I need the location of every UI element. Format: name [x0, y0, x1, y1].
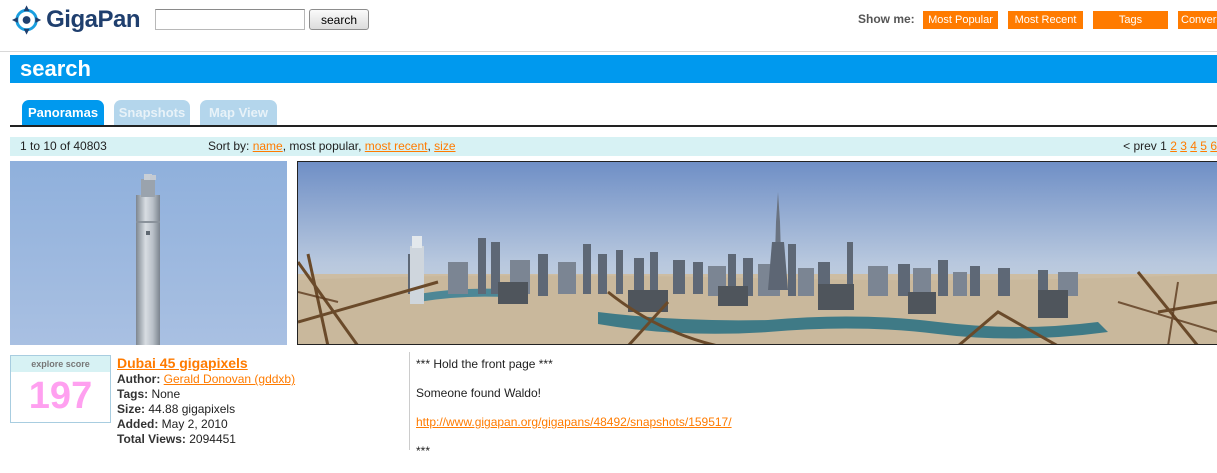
- results-info-bar: 1 to 10 of 40803 Sort by: name, most pop…: [10, 137, 1217, 156]
- show-me-label: Show me:: [858, 12, 915, 26]
- explore-score-value: 197: [28, 375, 93, 417]
- sort-controls: Sort by: name, most popular, most recent…: [208, 139, 456, 153]
- tags-label: Tags:: [117, 387, 149, 401]
- author-row: Author: Gerald Donovan (gddxb): [117, 372, 397, 387]
- pager-page-link[interactable]: 6: [1210, 139, 1217, 153]
- added-row: Added: May 2, 2010: [117, 417, 397, 432]
- gigapan-logo-icon: [11, 5, 42, 35]
- gigapan-title-link[interactable]: Dubai 45 gigapixels: [117, 356, 397, 371]
- sort-most-popular-current: most popular: [289, 139, 359, 153]
- pager-current: 1: [1160, 139, 1167, 153]
- pager-prev: < prev: [1123, 139, 1157, 153]
- description-line: Someone found Waldo!: [416, 386, 541, 400]
- tab-map-view[interactable]: Map View: [200, 100, 277, 126]
- size-label: Size:: [117, 402, 146, 416]
- size-value: 44.88 gigapixels: [148, 402, 236, 416]
- views-label: Total Views:: [117, 432, 186, 446]
- dubai-skyline-image: [298, 162, 1217, 344]
- explore-score-label: explore score: [11, 356, 110, 372]
- conversations-button[interactable]: Conversations: [1178, 11, 1217, 29]
- added-label: Added:: [117, 417, 159, 431]
- description-divider: [409, 352, 410, 450]
- added-value: May 2, 2010: [161, 417, 228, 431]
- pager-page-link[interactable]: 2: [1170, 139, 1177, 153]
- sort-name-link[interactable]: name: [253, 139, 283, 153]
- page-title: search: [20, 56, 91, 81]
- tab-snapshots[interactable]: Snapshots: [114, 100, 190, 126]
- views-value: 2094451: [189, 432, 236, 446]
- pager-page-link[interactable]: 3: [1180, 139, 1187, 153]
- logo-text: GigaPan: [46, 6, 140, 33]
- explore-score-box: explore score 197: [10, 355, 111, 423]
- author-link[interactable]: Gerald Donovan (gddxb): [164, 372, 295, 386]
- snapshot-thumbnail[interactable]: [10, 161, 287, 345]
- header-divider: [0, 51, 1217, 52]
- gigapan-logo[interactable]: GigaPan: [10, 4, 140, 36]
- sort-label: Sort by:: [208, 139, 250, 153]
- search-input[interactable]: [155, 9, 305, 30]
- page-title-bar: search: [10, 55, 1217, 83]
- gigapan-details: Dubai 45 gigapixels Author: Gerald Donov…: [117, 356, 397, 447]
- snapshot-url-link[interactable]: http://www.gigapan.org/gigapans/48492/sn…: [416, 415, 732, 429]
- size-row: Size: 44.88 gigapixels: [117, 402, 397, 417]
- most-recent-button[interactable]: Most Recent: [1008, 11, 1083, 29]
- tags-value: None: [151, 387, 181, 401]
- most-popular-button[interactable]: Most Popular: [923, 11, 998, 29]
- tabs-underline: [10, 125, 1217, 127]
- results-count: 1 to 10 of 40803: [20, 139, 107, 153]
- tower-snapshot-image: [10, 161, 287, 345]
- sort-size-link[interactable]: size: [434, 139, 455, 153]
- search-button[interactable]: search: [309, 9, 369, 30]
- pager-page-link[interactable]: 5: [1200, 139, 1207, 153]
- description-more: ***: [416, 444, 431, 458]
- tags-button[interactable]: Tags: [1093, 11, 1168, 29]
- sort-most-recent-link[interactable]: most recent: [365, 139, 428, 153]
- pager-page-link[interactable]: 4: [1190, 139, 1197, 153]
- views-row: Total Views: 2094451: [117, 432, 397, 447]
- author-label: Author:: [117, 372, 161, 386]
- panorama-image[interactable]: [297, 161, 1217, 345]
- gigapan-description: *** Hold the front page *** Someone foun…: [416, 357, 1206, 473]
- tags-row: Tags: None: [117, 387, 397, 402]
- tab-panoramas[interactable]: Panoramas: [22, 100, 104, 126]
- pagination: < prev 1 2 3 4 5 6: [1123, 137, 1217, 156]
- description-line: *** Hold the front page ***: [416, 357, 553, 371]
